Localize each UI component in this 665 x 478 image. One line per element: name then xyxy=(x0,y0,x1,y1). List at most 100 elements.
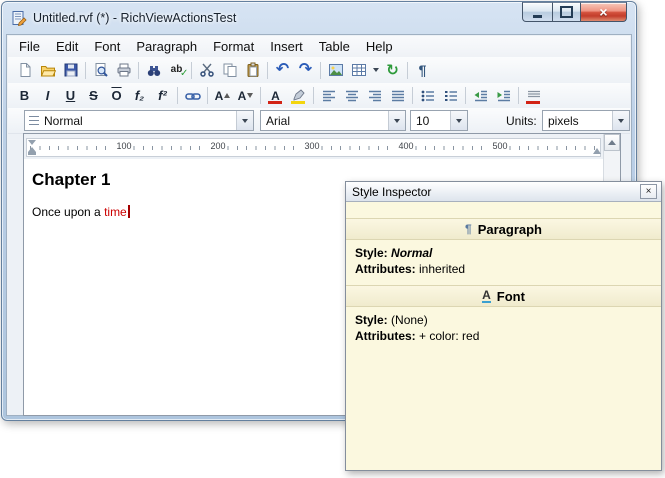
font-name-combo[interactable]: Arial xyxy=(260,110,406,131)
toolbar-separator xyxy=(313,87,314,104)
highlight-button[interactable] xyxy=(287,85,310,106)
spellcheck-icon: ab✓ xyxy=(171,65,183,75)
italic-button[interactable]: I xyxy=(36,85,59,106)
minimize-button[interactable] xyxy=(522,2,553,22)
align-center-button[interactable] xyxy=(340,85,363,106)
indent-icon xyxy=(496,88,512,104)
overline-button[interactable]: O xyxy=(105,85,128,106)
insert-table-button[interactable] xyxy=(347,60,370,81)
underline-button[interactable]: U xyxy=(59,85,82,106)
menu-insert[interactable]: Insert xyxy=(262,37,311,56)
dropdown-arrow-icon xyxy=(618,119,624,123)
paragraph-attributes-row: Attributes: inherited xyxy=(346,260,661,276)
paste-button[interactable] xyxy=(241,60,264,81)
menu-table[interactable]: Table xyxy=(311,37,358,56)
insert-picture-button[interactable] xyxy=(324,60,347,81)
menu-paragraph[interactable]: Paragraph xyxy=(128,37,205,56)
print-button[interactable] xyxy=(112,60,135,81)
minimize-icon xyxy=(533,15,542,18)
increase-indent-button[interactable] xyxy=(492,85,515,106)
toolbar-separator xyxy=(412,87,413,104)
left-indent-handle[interactable] xyxy=(28,152,36,155)
scroll-up-button[interactable] xyxy=(604,134,620,151)
style-inspector-window: Style Inspector × ¶ Paragraph Style: Nor… xyxy=(345,181,662,471)
paragraph-style-combo[interactable]: Normal xyxy=(24,110,254,131)
show-formatting-marks-button[interactable]: ¶ xyxy=(411,60,434,81)
dropdown-arrow-icon xyxy=(456,119,462,123)
menu-help[interactable]: Help xyxy=(358,37,401,56)
align-center-icon xyxy=(344,88,360,104)
bold-button[interactable]: B xyxy=(13,85,36,106)
superscript-button[interactable]: f² xyxy=(151,85,174,106)
spellcheck-button[interactable]: ab✓ xyxy=(165,60,188,81)
bullet-list-icon xyxy=(420,88,436,104)
style-inspector-close-button[interactable]: × xyxy=(640,184,657,199)
superscript-icon: f² xyxy=(158,89,167,102)
justify-button[interactable] xyxy=(386,85,409,106)
pilcrow-icon: ¶ xyxy=(419,63,427,77)
open-folder-icon xyxy=(40,62,56,78)
maximize-button[interactable] xyxy=(553,2,581,22)
combo-toolbar: Normal Arial 10 Units: pixels xyxy=(8,108,630,134)
grow-font-button[interactable]: A xyxy=(211,85,234,106)
paragraph-section-header: ¶ Paragraph xyxy=(346,218,661,240)
insert-table-dropdown[interactable] xyxy=(370,60,381,81)
grow-font-icon: A xyxy=(215,90,224,102)
refresh-icon: ↻ xyxy=(386,63,399,78)
align-left-button[interactable] xyxy=(317,85,340,106)
toolbar-separator xyxy=(207,87,208,104)
menu-format[interactable]: Format xyxy=(205,37,262,56)
refresh-button[interactable]: ↻ xyxy=(381,60,404,81)
font-name-dropdown[interactable] xyxy=(388,111,405,130)
toolbar-separator xyxy=(267,62,268,79)
new-document-button[interactable] xyxy=(13,60,36,81)
cut-button[interactable] xyxy=(195,60,218,81)
decrease-indent-button[interactable] xyxy=(469,85,492,106)
menu-file[interactable]: File xyxy=(11,37,48,56)
ruler-area: 100 200 300 400 500 xyxy=(24,134,603,159)
toolbar-separator xyxy=(177,87,178,104)
units-dropdown[interactable] xyxy=(612,111,629,130)
paragraph-color-button[interactable] xyxy=(522,85,545,106)
right-indent-marker[interactable] xyxy=(593,148,601,154)
subscript-button[interactable]: f₂ xyxy=(128,85,151,106)
numbering-button[interactable] xyxy=(439,85,462,106)
save-floppy-icon xyxy=(63,62,79,78)
open-button[interactable] xyxy=(36,60,59,81)
paragraph-style-value: Normal xyxy=(39,114,236,128)
toolbar-separator xyxy=(85,62,86,79)
paragraph-section-icon: ¶ xyxy=(465,223,472,235)
paragraph-section-title: Paragraph xyxy=(478,222,542,237)
first-line-indent-marker[interactable] xyxy=(28,140,36,145)
align-left-icon xyxy=(321,88,337,104)
bullets-button[interactable] xyxy=(416,85,439,106)
find-button[interactable] xyxy=(142,60,165,81)
style-inspector-title-bar[interactable]: Style Inspector × xyxy=(346,182,661,202)
title-bar[interactable]: Untitled.rvf (*) - RichViewActionsTest × xyxy=(2,2,636,34)
shrink-font-icon: A xyxy=(238,90,247,102)
redo-button[interactable]: ↷ xyxy=(294,60,317,81)
menu-font[interactable]: Font xyxy=(86,37,128,56)
paragraph-style-dropdown[interactable] xyxy=(236,111,253,130)
text-caret xyxy=(128,205,130,218)
font-size-combo[interactable]: 10 xyxy=(410,110,468,131)
copy-button[interactable] xyxy=(218,60,241,81)
save-button[interactable] xyxy=(59,60,82,81)
close-button[interactable]: × xyxy=(581,2,627,22)
font-attributes-label: Attributes: xyxy=(355,329,416,343)
font-color-button[interactable]: A xyxy=(264,85,287,106)
arrow-up-icon xyxy=(224,93,230,98)
dropdown-arrow-icon xyxy=(242,119,248,123)
undo-button[interactable]: ↶ xyxy=(271,60,294,81)
units-combo[interactable]: pixels xyxy=(542,110,630,131)
shrink-font-button[interactable]: A xyxy=(234,85,257,106)
menu-edit[interactable]: Edit xyxy=(48,37,86,56)
font-size-dropdown[interactable] xyxy=(450,111,467,130)
align-right-button[interactable] xyxy=(363,85,386,106)
print-preview-button[interactable] xyxy=(89,60,112,81)
hyperlink-button[interactable] xyxy=(181,85,204,106)
printer-icon xyxy=(116,62,132,78)
strikethrough-button[interactable]: S xyxy=(82,85,105,106)
horizontal-ruler[interactable]: 100 200 300 400 500 xyxy=(26,138,601,157)
ruler-mark-400: 400 xyxy=(396,141,415,152)
